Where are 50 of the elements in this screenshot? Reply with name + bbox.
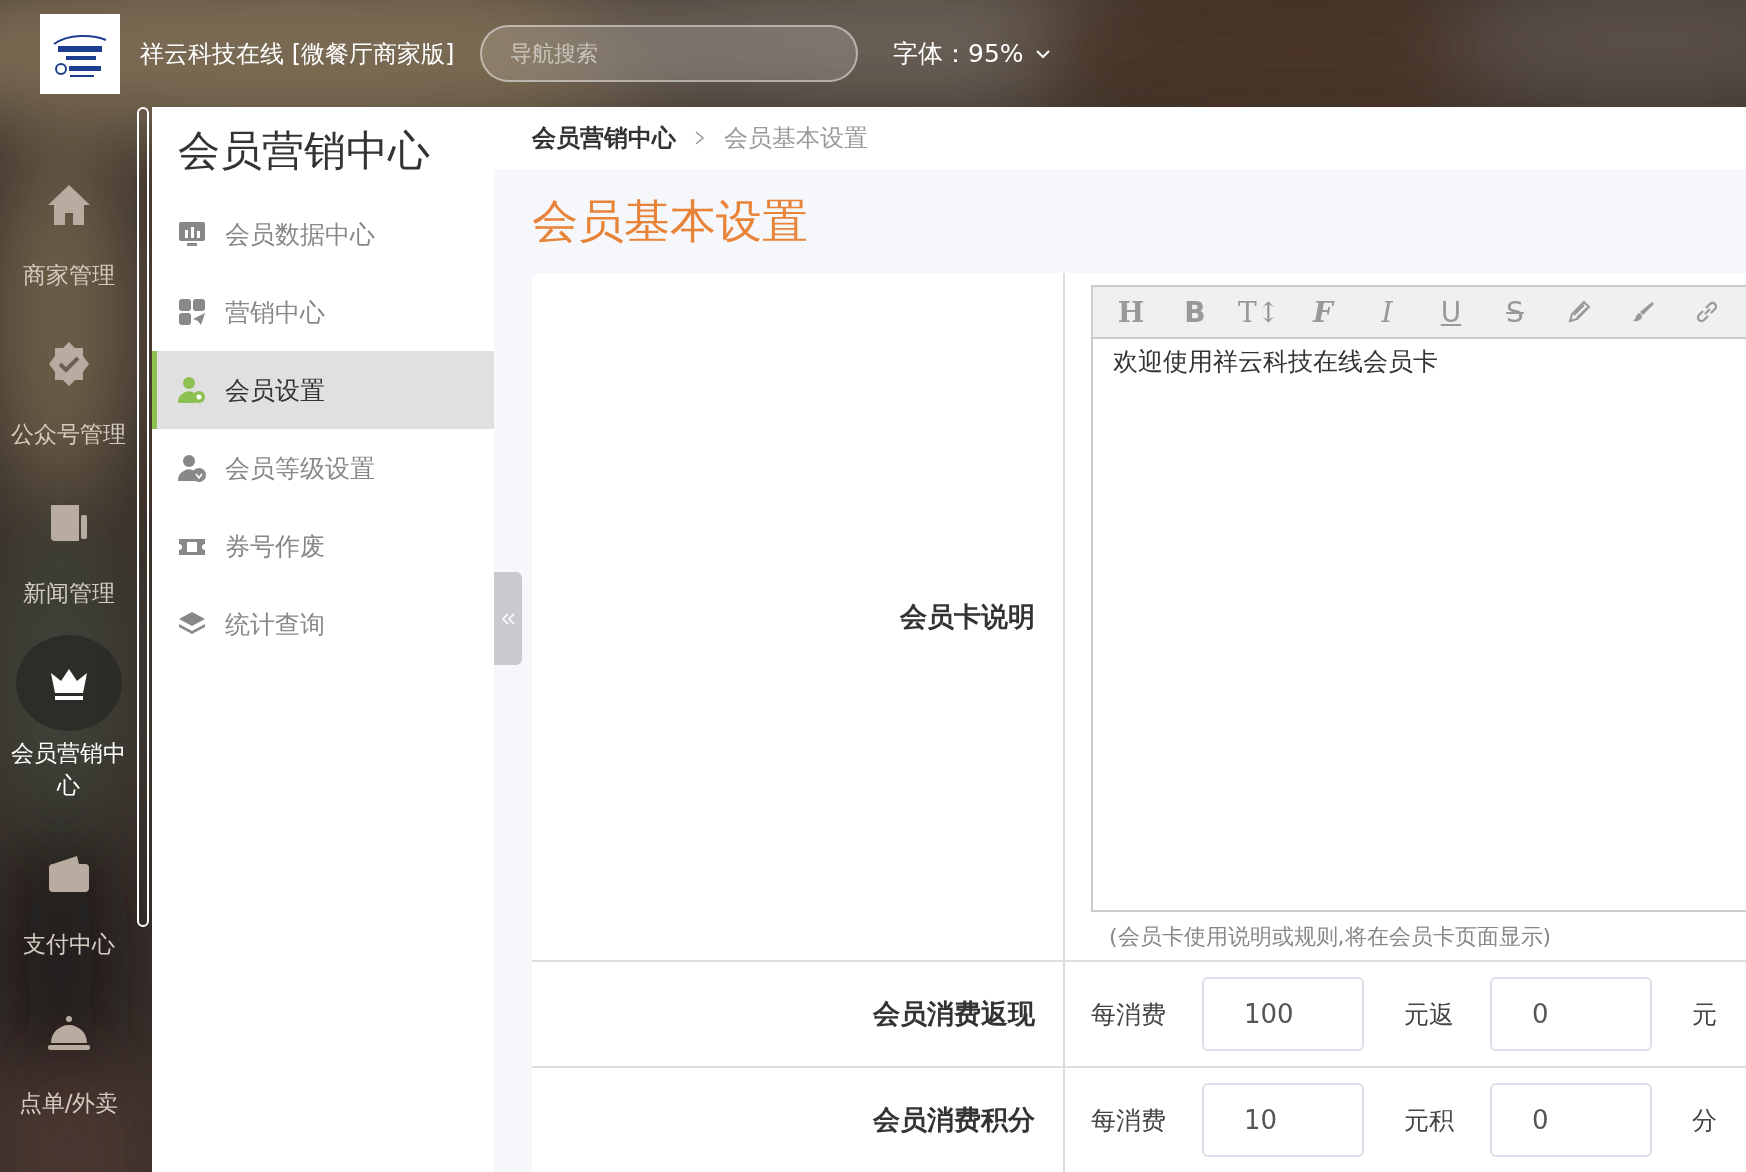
number-field[interactable]: 0 [1490,1083,1652,1157]
underline-button[interactable]: U [1431,292,1471,332]
app-title: 祥云科技在线 [微餐厅商家版] [140,38,456,70]
nav-item[interactable]: 会员营销中心 [0,634,137,801]
search-field[interactable]: 导航搜索 [480,25,858,82]
page-title: 会员基本设置 [532,193,809,250]
size-button[interactable]: T↕ [1239,292,1279,332]
unit-label: 元 [1692,998,1717,1031]
field-label: 会员消费返现 [873,997,1035,1031]
field-label: 会员消费积分 [873,1103,1035,1137]
menu-title: 会员营销中心 [178,125,431,177]
user-gear-icon [177,375,207,405]
hint-text: (会员卡使用说明或规则,将在会员卡页面显示) [1109,923,1553,951]
italic-button[interactable]: I [1367,292,1407,332]
text-label: 每消费 [1091,998,1166,1031]
font-button[interactable]: F [1303,292,1343,332]
nav-item[interactable]: 公众号管理 [0,316,137,451]
text-label: 每消费 [1091,1104,1166,1137]
chevron-down-icon [1033,47,1052,60]
nav-item[interactable]: 新闻管理 [0,475,137,610]
collapse-button[interactable] [494,572,522,665]
number-field[interactable]: 0 [1490,977,1652,1051]
user-check-icon [177,453,207,483]
grid-icon [177,297,207,327]
breadcrumb-current: 会员基本设置 [724,123,868,154]
field-label: 会员卡说明 [900,599,1035,634]
scrollbar[interactable] [137,107,149,927]
text-label: 元积 [1404,1104,1454,1137]
menu-item[interactable]: 营销中心 [152,273,494,351]
strike-button[interactable]: S [1495,292,1535,332]
rich-text-editor[interactable]: H B T↕ F I U S 欢迎使用祥云科技在线会员卡 [1091,285,1746,912]
heading-button[interactable]: H [1111,292,1151,332]
double-chevron-left-icon [500,610,516,627]
menu-item[interactable]: 会员数据中心 [152,195,494,273]
menu-item[interactable]: 券号作废 [152,507,494,585]
menu-item[interactable]: 会员设置 [152,351,494,429]
menu-item[interactable]: 统计查询 [152,585,494,663]
text-label: 元返 [1404,998,1454,1031]
nav-item[interactable]: 点单/外卖 [0,985,137,1120]
nav-item[interactable]: 商家管理 [0,157,137,292]
number-field[interactable]: 10 [1202,1083,1364,1157]
breadcrumb-link[interactable]: 会员营销中心 [532,122,676,154]
number-field[interactable]: 100 [1202,977,1364,1051]
bold-button[interactable]: B [1175,292,1215,332]
unit-label: 分 [1692,1104,1717,1137]
chart-icon [177,219,207,249]
nav-item[interactable]: 支付中心 [0,825,137,961]
menu-item[interactable]: 会员等级设置 [152,429,494,507]
font-size-dropdown[interactable]: 字体：95% [893,37,1052,70]
editor-text: 欢迎使用祥云科技在线会员卡 [1112,346,1439,378]
